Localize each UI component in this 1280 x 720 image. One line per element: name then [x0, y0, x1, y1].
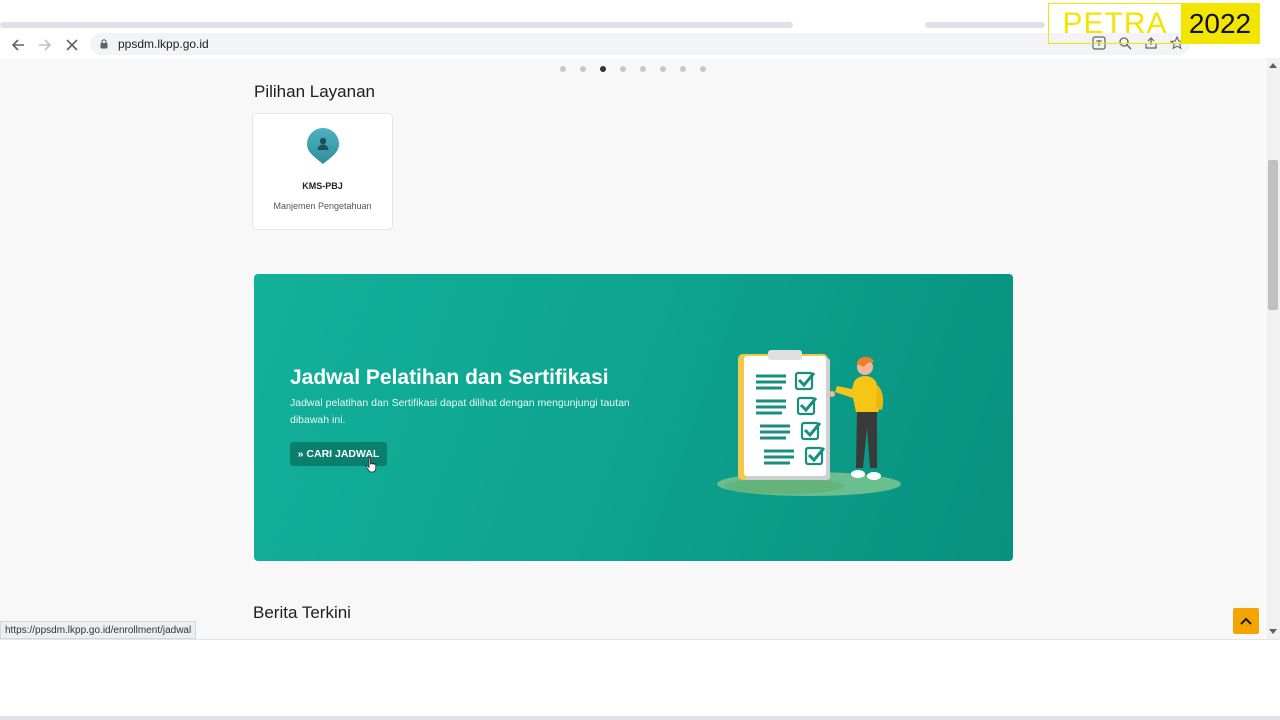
close-icon [66, 39, 78, 51]
scroll-up-arrow-icon[interactable] [1269, 63, 1277, 68]
arrow-right-icon [39, 39, 52, 51]
address-bar[interactable]: ppsdm.lkpp.go.id [90, 33, 1190, 55]
service-card-kms-pbj[interactable]: KMS-PBJ Manjemen Pengetahuan [252, 113, 393, 230]
carousel-dot[interactable] [620, 66, 626, 72]
person-pin-icon [307, 128, 339, 164]
stop-button[interactable] [62, 35, 82, 55]
carousel-dot[interactable] [640, 66, 646, 72]
link-preview-status: https://ppsdm.lkpp.go.id/enrollment/jadw… [0, 621, 197, 639]
bottom-panel [0, 639, 1280, 720]
watermark-year: 2022 [1181, 4, 1259, 43]
arrow-left-icon [11, 39, 24, 51]
scroll-down-arrow-icon[interactable] [1269, 629, 1277, 634]
carousel-dot[interactable] [660, 66, 666, 72]
tab-divider [925, 22, 1045, 28]
back-to-top-button[interactable] [1233, 608, 1259, 634]
checklist-person-illustration [717, 350, 901, 496]
news-title: Berita Terkini [253, 603, 351, 622]
page-viewport: Pilihan Layanan KMS-PBJ Manjemen Pengeta… [0, 58, 1265, 639]
lock-icon [100, 39, 108, 49]
carousel-dot[interactable] [680, 66, 686, 72]
carousel-dot[interactable] [560, 66, 566, 72]
carousel-dot[interactable] [700, 66, 706, 72]
service-card-description: Manjemen Pengetahuan [273, 201, 372, 211]
bottom-divider [0, 716, 1280, 720]
hand-cursor-icon [365, 457, 377, 473]
chevron-up-icon [1240, 617, 1252, 625]
page-scrollbar[interactable] [1266, 58, 1280, 639]
banner-text: Jadwal pelatihan dan Sertifikasi dapat d… [290, 397, 630, 426]
services-title: Pilihan Layanan [254, 82, 375, 101]
back-button[interactable] [8, 35, 28, 55]
tab-divider [0, 22, 793, 28]
banner-title: Jadwal Pelatihan dan Sertifikasi [290, 366, 609, 389]
service-card-name: KMS-PBJ [302, 181, 343, 191]
url-text: ppsdm.lkpp.go.id [118, 37, 209, 51]
scrollbar-thumb[interactable] [1268, 160, 1278, 310]
watermark-logo: PETRA 2022 [1048, 3, 1260, 44]
carousel-dot-active[interactable] [600, 66, 606, 72]
watermark-word: PETRA [1062, 6, 1168, 40]
forward-button[interactable] [35, 35, 55, 55]
carousel-dots[interactable] [560, 66, 706, 72]
schedule-banner: Jadwal Pelatihan dan Sertifikasi Jadwal … [254, 274, 1013, 561]
carousel-dot[interactable] [580, 66, 586, 72]
